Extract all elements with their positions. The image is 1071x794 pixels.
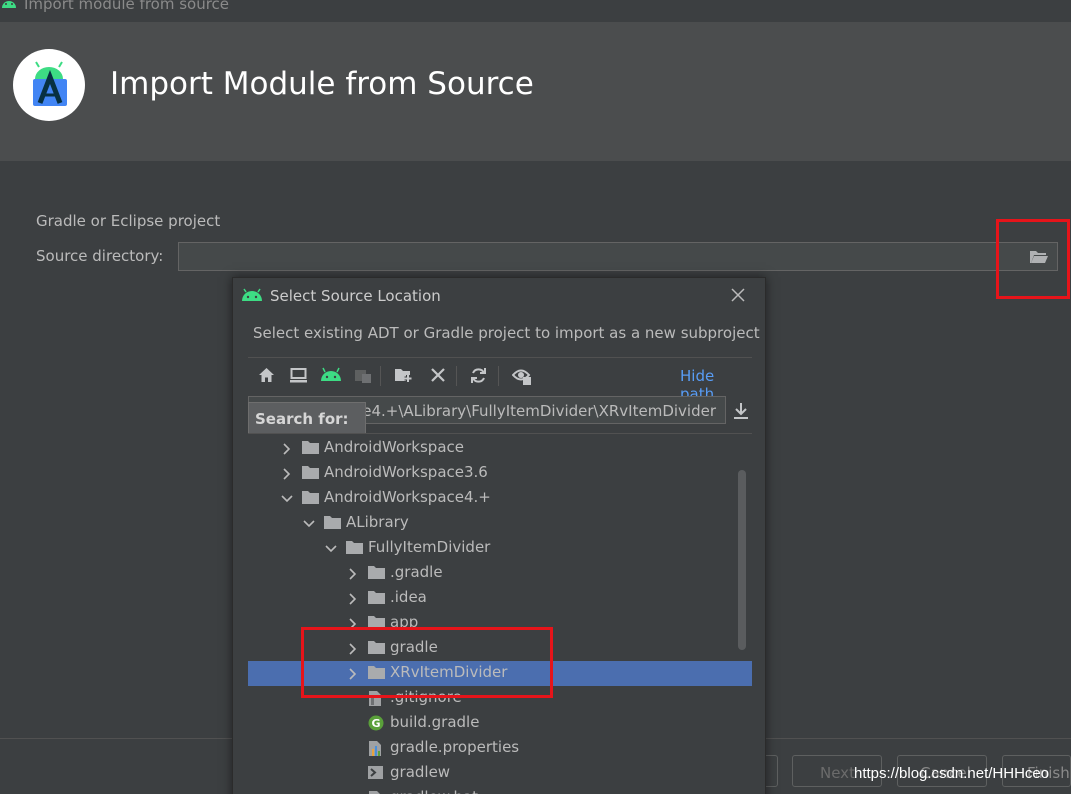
folder-icon <box>368 565 386 584</box>
show-hidden-files-icon[interactable] <box>511 367 532 389</box>
tree-row-label: FullyItemDivider <box>368 538 491 556</box>
window-title: Import module from source <box>24 0 230 13</box>
toolbar-separator <box>456 366 457 386</box>
tree-row[interactable]: .gradle <box>248 561 752 586</box>
source-directory-label: Source directory: <box>36 247 164 265</box>
new-folder-icon[interactable] <box>394 367 414 387</box>
folder-icon <box>368 590 386 609</box>
tree-row-label: gradlew.bat <box>390 788 478 794</box>
tree-row-label: gradle.properties <box>390 738 520 756</box>
file-icon <box>368 790 384 794</box>
highlight-box-selection <box>301 627 553 698</box>
desktop-icon[interactable] <box>290 367 307 387</box>
folder-icon <box>302 440 320 459</box>
tree-row-label: .idea <box>390 588 427 606</box>
tree-row[interactable]: ALibrary <box>248 511 752 536</box>
path-text: ce4.+\ALibrary\FullyItemDivider\XRvItemD… <box>354 402 716 420</box>
tree-row[interactable]: AndroidWorkspace4.+ <box>248 486 752 511</box>
close-icon[interactable] <box>730 287 746 307</box>
chevron-down-icon[interactable] <box>324 541 338 560</box>
chevron-right-icon[interactable] <box>346 591 360 610</box>
android-icon <box>241 287 263 306</box>
watermark-text: https://blog.csdn.net/HHHceo <box>854 765 1050 782</box>
tree-row-label: ALibrary <box>346 513 409 531</box>
folder-icon <box>302 490 320 509</box>
home-icon[interactable] <box>258 367 275 387</box>
dialog-description: Select existing ADT or Gradle project to… <box>253 324 760 342</box>
file-tree[interactable]: AndroidWorkspace AndroidWorkspace3.6 Andro… <box>248 433 752 794</box>
chevron-right-icon[interactable] <box>280 466 294 485</box>
toolbar-separator <box>498 366 499 386</box>
select-source-dialog: Select Source Location Select existing A… <box>232 277 766 794</box>
vertical-scrollbar[interactable] <box>738 470 746 650</box>
tree-row-label: AndroidWorkspace <box>324 438 464 456</box>
folder-icon <box>346 540 364 559</box>
tree-row-label: gradlew <box>390 763 451 781</box>
chevron-right-icon[interactable] <box>346 566 360 585</box>
tree-row[interactable]: AndroidWorkspace3.6 <box>248 461 752 486</box>
search-for-popup: Search for: <box>248 402 366 434</box>
toolbar-separator <box>380 366 381 386</box>
tree-row[interactable]: gradle.properties <box>248 736 752 761</box>
dialog-title: Select Source Location <box>270 287 441 305</box>
android-icon <box>0 0 18 13</box>
svg-text:G: G <box>371 717 380 730</box>
android-studio-logo-icon <box>13 49 85 121</box>
tree-row[interactable]: gradlew <box>248 761 752 786</box>
refresh-icon[interactable] <box>470 367 487 388</box>
folder-icon <box>324 515 342 534</box>
chevron-down-icon[interactable] <box>280 491 294 510</box>
wizard-header: Import Module from Source <box>0 22 1071 161</box>
highlight-box-browse <box>996 219 1070 299</box>
download-icon[interactable] <box>733 402 749 424</box>
tree-row-label: AndroidWorkspace3.6 <box>324 463 488 481</box>
tree-row[interactable]: Gbuild.gradle <box>248 711 752 736</box>
source-directory-input[interactable] <box>178 242 1058 271</box>
tree-row[interactable]: gradlew.bat <box>248 786 752 794</box>
module-icon[interactable] <box>354 367 372 387</box>
file-chooser-toolbar: Hide path <box>248 357 752 403</box>
chevron-right-icon[interactable] <box>280 441 294 460</box>
folder-icon <box>302 465 320 484</box>
tree-row-label: .gradle <box>390 563 443 581</box>
window-title-bar: Import module from source <box>0 0 1071 22</box>
delete-icon[interactable] <box>430 367 446 387</box>
gradle-file-icon: G <box>368 715 384 735</box>
script-file-icon <box>368 765 384 784</box>
chevron-down-icon[interactable] <box>302 516 316 535</box>
android-icon[interactable] <box>320 367 342 387</box>
properties-file-icon <box>368 740 384 761</box>
tree-row-label: AndroidWorkspace4.+ <box>324 488 491 506</box>
tree-row-label: build.gradle <box>390 713 480 731</box>
tree-row[interactable]: AndroidWorkspace <box>248 436 752 461</box>
tree-row[interactable]: .idea <box>248 586 752 611</box>
tree-row[interactable]: FullyItemDivider <box>248 536 752 561</box>
project-type-label: Gradle or Eclipse project <box>36 212 221 230</box>
wizard-heading: Import Module from Source <box>110 66 534 102</box>
